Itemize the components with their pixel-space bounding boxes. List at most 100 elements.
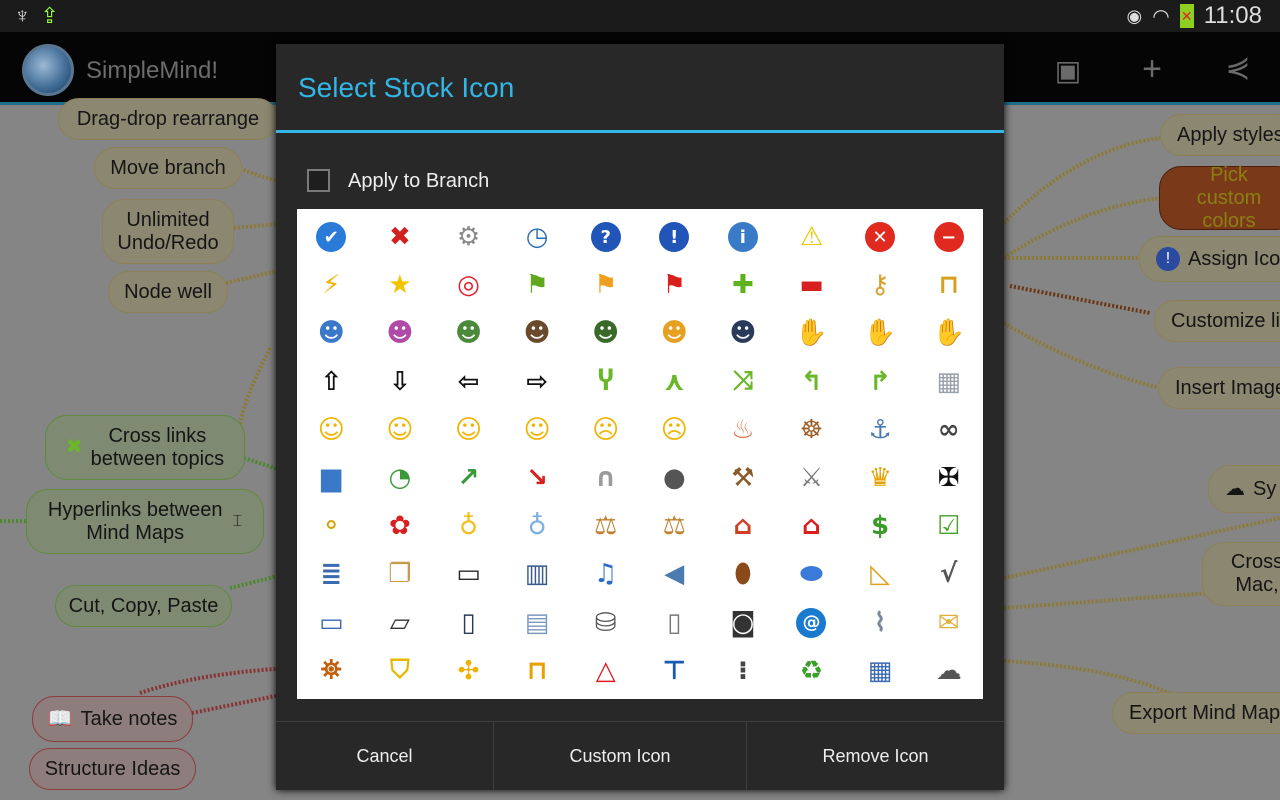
mindmap-node[interactable]: Export Mind Map [1112, 692, 1280, 734]
stock-icon-arrow-up[interactable]: ⇧ [297, 358, 366, 406]
stock-icon-document[interactable]: ▤ [503, 599, 572, 647]
mindmap-node[interactable]: Node well [108, 271, 228, 313]
stock-icon-tablet[interactable]: ▯ [434, 599, 503, 647]
stock-icon-annoyed[interactable]: ☹ [571, 406, 640, 454]
stock-icon-football[interactable]: ⬮ [709, 550, 778, 598]
stock-icon-scales[interactable]: ⚖ [571, 502, 640, 550]
stock-icon-split[interactable]: Ⴤ [571, 358, 640, 406]
stock-icon-recycle[interactable]: ♻ [777, 647, 846, 695]
stock-icon-thumbs-down[interactable]: ✋ [846, 309, 915, 357]
stock-icon-envelope[interactable]: ✉ [914, 599, 983, 647]
stock-icon-gravestone[interactable]: ∩ [571, 454, 640, 502]
stock-icon-police[interactable]: ☻ [571, 309, 640, 357]
stock-icon-shield[interactable]: ⛉ [366, 647, 435, 695]
mindmap-node[interactable]: Apply styles [1160, 114, 1280, 156]
remove-icon-button[interactable]: Remove Icon [747, 722, 1004, 790]
stock-icon-question[interactable]: ? [571, 213, 640, 261]
stock-icon-square-root[interactable]: √ [914, 550, 983, 598]
mindmap-node[interactable]: Customize li [1154, 300, 1280, 342]
stock-icon-arrow-left[interactable]: ⇦ [434, 358, 503, 406]
stock-icon-lightbulb-on[interactable]: ♁ [434, 502, 503, 550]
stock-icon-flag-red[interactable]: ⚑ [640, 261, 709, 309]
stock-icon-arrow-right[interactable]: ⇨ [503, 358, 572, 406]
stock-icon-star[interactable]: ★ [366, 261, 435, 309]
mindmap-node[interactable]: ✖ Cross links between topics [45, 415, 245, 480]
stock-icon-handshake[interactable]: ✋ [914, 309, 983, 357]
mindmap-node[interactable]: Hyperlinks between Mind Maps ⌶ [26, 489, 264, 554]
palette-icon[interactable]: ▣ [1046, 54, 1090, 87]
stock-icon-businessman[interactable]: ☻ [503, 309, 572, 357]
stock-icon-flag-green[interactable]: ⚑ [503, 261, 572, 309]
stock-icon-books[interactable]: ≣ [297, 550, 366, 598]
stock-icon-speaker[interactable]: ◀ [640, 550, 709, 598]
stock-icon-wall[interactable]: ▦ [914, 358, 983, 406]
stock-icon-plus[interactable]: ✚ [709, 261, 778, 309]
mindmap-node[interactable]: Move branch [94, 147, 242, 189]
stock-icon-merge[interactable]: ⋏ [640, 358, 709, 406]
stock-icon-user-male[interactable]: ☻ [297, 309, 366, 357]
stock-icon-paperclip[interactable]: ⌇ [846, 599, 915, 647]
stock-icon-smile[interactable]: ☺ [297, 406, 366, 454]
mindmap-node[interactable]: Cut, Copy, Paste [55, 585, 232, 627]
mindmap-node[interactable]: Structure Ideas [29, 748, 196, 790]
stock-icon-info[interactable]: i [709, 213, 778, 261]
custom-icon-button[interactable]: Custom Icon [494, 722, 747, 790]
apply-to-branch-checkbox[interactable] [307, 169, 330, 192]
stock-icon-gear[interactable]: ⚙ [434, 213, 503, 261]
stock-icon-lightning[interactable]: ⚡ [297, 261, 366, 309]
app-logo[interactable] [22, 44, 74, 96]
stock-icon-chart-down[interactable]: ↘ [503, 454, 572, 502]
stock-icon-clock[interactable]: ◷ [503, 213, 572, 261]
stock-icon-grin[interactable]: ☺ [366, 406, 435, 454]
mindmap-node[interactable]: ☁ Sy [1208, 465, 1280, 513]
stock-icon-medal[interactable]: ⚬ [297, 502, 366, 550]
stock-icon-scales-unbalanced[interactable]: ⚖ [640, 502, 709, 550]
stock-icon-lock[interactable]: ⊓ [914, 261, 983, 309]
stock-icon-shop[interactable]: ⌂ [777, 502, 846, 550]
stock-icon-film[interactable]: ▥ [503, 550, 572, 598]
stock-icon-puzzle[interactable]: ✣ [434, 647, 503, 695]
mindmap-node[interactable]: 📖 Take notes [32, 696, 193, 742]
stock-icon-dead-end[interactable]: ⊤ [640, 647, 709, 695]
stock-icon-key[interactable]: ⚷ [846, 261, 915, 309]
stock-icon-bug[interactable]: ⛯ [297, 647, 366, 695]
mindmap-node[interactable]: ! Assign Ico [1139, 236, 1280, 282]
cancel-button[interactable]: Cancel [276, 722, 494, 790]
stock-icon-chart-up[interactable]: ↗ [434, 454, 503, 502]
mindmap-node[interactable]: Insert Image [1158, 367, 1280, 409]
stock-icon-sword[interactable]: ⚔ [777, 454, 846, 502]
stock-icon-ship-wheel[interactable]: ☸ [777, 406, 846, 454]
stock-icon-anchor[interactable]: ⚓ [846, 406, 915, 454]
share-icon[interactable]: ⋞ [1216, 50, 1260, 85]
stock-icon-error[interactable]: ✕ [846, 213, 915, 261]
stock-icon-checklist[interactable]: ☑ [914, 502, 983, 550]
stock-icon-calendar[interactable]: ▦ [846, 647, 915, 695]
stock-icon-dollar[interactable]: $ [846, 502, 915, 550]
stock-icon-check[interactable]: ✔ [297, 213, 366, 261]
stock-icon-laptop[interactable]: ▱ [366, 599, 435, 647]
stock-icon-bomb[interactable]: ● [640, 454, 709, 502]
stock-icon-wink[interactable]: ☺ [434, 406, 503, 454]
stock-icon-pie-chart[interactable]: ◔ [366, 454, 435, 502]
stock-icon-music[interactable]: ♫ [571, 550, 640, 598]
mindmap-node[interactable]: Drag-drop rearrange [58, 98, 278, 140]
stock-icon-turn-right[interactable]: ↱ [846, 358, 915, 406]
stock-icon-no-entry[interactable]: − [914, 213, 983, 261]
stock-icon-flag-orange[interactable]: ⚑ [571, 261, 640, 309]
stock-icon-graduate[interactable]: ☻ [709, 309, 778, 357]
stock-icon-target[interactable]: ◎ [434, 261, 503, 309]
stock-icon-user-female[interactable]: ☻ [366, 309, 435, 357]
stock-icon-shuffle[interactable]: ⤨ [709, 358, 778, 406]
stock-icon-worker[interactable]: ☻ [640, 309, 709, 357]
mindmap-node[interactable]: Pick custom colors [1159, 164, 1280, 232]
stock-icon-cloud[interactable]: ☁ [914, 647, 983, 695]
stock-icon-road-work[interactable]: △ [571, 647, 640, 695]
stock-icon-at[interactable]: @ [777, 599, 846, 647]
stock-icon-maltese-cross[interactable]: ✠ [914, 454, 983, 502]
add-icon[interactable]: + [1130, 50, 1174, 89]
stock-icon-pill[interactable]: ⬬ [777, 550, 846, 598]
stock-icon-desktop[interactable]: ▭ [297, 599, 366, 647]
stock-icon-birthday-cake[interactable]: ♨ [709, 406, 778, 454]
stock-icon-warning[interactable]: ⚠ [777, 213, 846, 261]
stock-icon-traffic-light[interactable]: ⁝ [709, 647, 778, 695]
